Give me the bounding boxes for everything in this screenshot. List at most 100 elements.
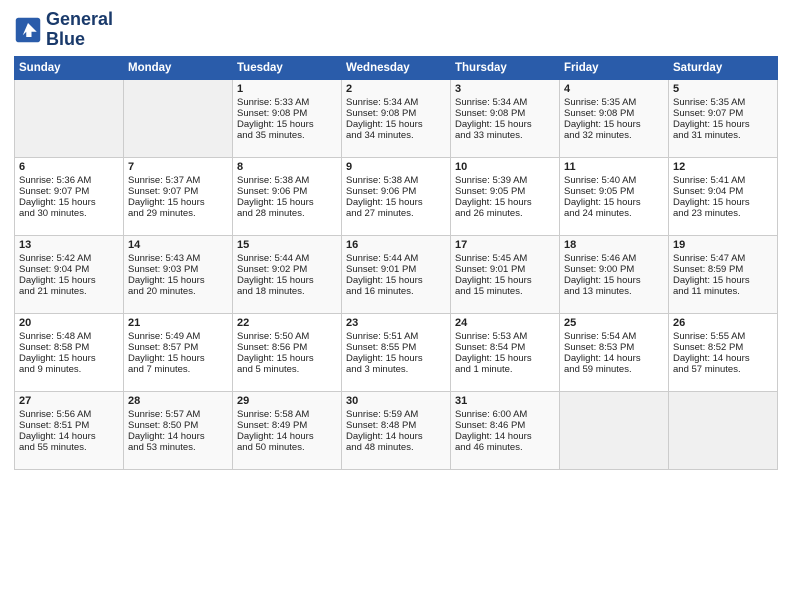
header: General Blue xyxy=(14,10,778,50)
cell-text: Sunset: 9:05 PM xyxy=(564,186,664,197)
calendar-cell xyxy=(669,391,778,469)
cell-text: Daylight: 15 hours xyxy=(346,275,446,286)
day-number: 18 xyxy=(564,239,664,251)
cell-text: Sunrise: 5:51 AM xyxy=(346,331,446,342)
weekday-header: Monday xyxy=(124,56,233,79)
cell-text: Sunset: 8:51 PM xyxy=(19,420,119,431)
logo-text: General Blue xyxy=(46,10,113,50)
day-number: 19 xyxy=(673,239,773,251)
cell-text: Daylight: 15 hours xyxy=(564,275,664,286)
day-number: 25 xyxy=(564,317,664,329)
cell-text: Daylight: 15 hours xyxy=(455,119,555,130)
calendar-cell: 3Sunrise: 5:34 AMSunset: 9:08 PMDaylight… xyxy=(451,79,560,157)
day-number: 21 xyxy=(128,317,228,329)
cell-text: Sunrise: 5:54 AM xyxy=(564,331,664,342)
page-container: General Blue SundayMondayTuesdayWednesda… xyxy=(0,0,792,480)
cell-text: Sunrise: 5:58 AM xyxy=(237,409,337,420)
cell-text: and 33 minutes. xyxy=(455,130,555,141)
weekday-header: Thursday xyxy=(451,56,560,79)
cell-text: and 34 minutes. xyxy=(346,130,446,141)
cell-text: and 28 minutes. xyxy=(237,208,337,219)
cell-text: and 21 minutes. xyxy=(19,286,119,297)
cell-text: Sunrise: 5:59 AM xyxy=(346,409,446,420)
cell-text: Sunrise: 5:44 AM xyxy=(346,253,446,264)
calendar-cell: 11Sunrise: 5:40 AMSunset: 9:05 PMDayligh… xyxy=(560,157,669,235)
calendar-cell: 26Sunrise: 5:55 AMSunset: 8:52 PMDayligh… xyxy=(669,313,778,391)
cell-text: Daylight: 14 hours xyxy=(673,353,773,364)
calendar-week-row: 27Sunrise: 5:56 AMSunset: 8:51 PMDayligh… xyxy=(15,391,778,469)
day-number: 31 xyxy=(455,395,555,407)
day-number: 13 xyxy=(19,239,119,251)
calendar-cell: 15Sunrise: 5:44 AMSunset: 9:02 PMDayligh… xyxy=(233,235,342,313)
cell-text: Sunset: 8:58 PM xyxy=(19,342,119,353)
calendar-cell: 23Sunrise: 5:51 AMSunset: 8:55 PMDayligh… xyxy=(342,313,451,391)
cell-text: Daylight: 15 hours xyxy=(455,275,555,286)
cell-text: Sunrise: 5:34 AM xyxy=(346,97,446,108)
cell-text: Daylight: 15 hours xyxy=(128,197,228,208)
day-number: 1 xyxy=(237,83,337,95)
cell-text: and 50 minutes. xyxy=(237,442,337,453)
day-number: 6 xyxy=(19,161,119,173)
calendar-cell: 16Sunrise: 5:44 AMSunset: 9:01 PMDayligh… xyxy=(342,235,451,313)
cell-text: Sunrise: 5:48 AM xyxy=(19,331,119,342)
calendar-body: 1Sunrise: 5:33 AMSunset: 9:08 PMDaylight… xyxy=(15,79,778,469)
calendar-cell: 12Sunrise: 5:41 AMSunset: 9:04 PMDayligh… xyxy=(669,157,778,235)
cell-text: Sunrise: 5:41 AM xyxy=(673,175,773,186)
cell-text: Sunset: 8:57 PM xyxy=(128,342,228,353)
cell-text: Sunset: 9:08 PM xyxy=(346,108,446,119)
calendar-cell: 29Sunrise: 5:58 AMSunset: 8:49 PMDayligh… xyxy=(233,391,342,469)
calendar-week-row: 20Sunrise: 5:48 AMSunset: 8:58 PMDayligh… xyxy=(15,313,778,391)
cell-text: Sunset: 9:05 PM xyxy=(455,186,555,197)
calendar-cell: 6Sunrise: 5:36 AMSunset: 9:07 PMDaylight… xyxy=(15,157,124,235)
cell-text: Daylight: 14 hours xyxy=(19,431,119,442)
cell-text: and 3 minutes. xyxy=(346,364,446,375)
cell-text: Daylight: 15 hours xyxy=(346,353,446,364)
calendar-cell: 14Sunrise: 5:43 AMSunset: 9:03 PMDayligh… xyxy=(124,235,233,313)
cell-text: and 18 minutes. xyxy=(237,286,337,297)
cell-text: Sunset: 8:52 PM xyxy=(673,342,773,353)
cell-text: Sunset: 9:08 PM xyxy=(564,108,664,119)
calendar-cell: 21Sunrise: 5:49 AMSunset: 8:57 PMDayligh… xyxy=(124,313,233,391)
cell-text: Daylight: 15 hours xyxy=(455,197,555,208)
cell-text: and 59 minutes. xyxy=(564,364,664,375)
weekday-header: Friday xyxy=(560,56,669,79)
cell-text: and 48 minutes. xyxy=(346,442,446,453)
cell-text: Sunrise: 5:37 AM xyxy=(128,175,228,186)
cell-text: Daylight: 15 hours xyxy=(237,275,337,286)
cell-text: and 7 minutes. xyxy=(128,364,228,375)
cell-text: and 35 minutes. xyxy=(237,130,337,141)
cell-text: Sunrise: 5:35 AM xyxy=(673,97,773,108)
cell-text: Sunset: 8:53 PM xyxy=(564,342,664,353)
cell-text: Sunrise: 5:33 AM xyxy=(237,97,337,108)
day-number: 30 xyxy=(346,395,446,407)
calendar-header-row: SundayMondayTuesdayWednesdayThursdayFrid… xyxy=(15,56,778,79)
day-number: 22 xyxy=(237,317,337,329)
day-number: 10 xyxy=(455,161,555,173)
cell-text: Sunrise: 5:47 AM xyxy=(673,253,773,264)
cell-text: and 23 minutes. xyxy=(673,208,773,219)
weekday-header: Sunday xyxy=(15,56,124,79)
day-number: 7 xyxy=(128,161,228,173)
calendar-cell: 4Sunrise: 5:35 AMSunset: 9:08 PMDaylight… xyxy=(560,79,669,157)
cell-text: and 1 minute. xyxy=(455,364,555,375)
cell-text: Sunrise: 5:53 AM xyxy=(455,331,555,342)
cell-text: and 53 minutes. xyxy=(128,442,228,453)
calendar-week-row: 13Sunrise: 5:42 AMSunset: 9:04 PMDayligh… xyxy=(15,235,778,313)
cell-text: Daylight: 15 hours xyxy=(19,353,119,364)
day-number: 27 xyxy=(19,395,119,407)
cell-text: and 27 minutes. xyxy=(346,208,446,219)
cell-text: Sunrise: 5:38 AM xyxy=(237,175,337,186)
cell-text: Sunset: 9:07 PM xyxy=(19,186,119,197)
cell-text: Sunset: 8:50 PM xyxy=(128,420,228,431)
day-number: 14 xyxy=(128,239,228,251)
day-number: 23 xyxy=(346,317,446,329)
cell-text: Daylight: 15 hours xyxy=(19,197,119,208)
logo-icon xyxy=(14,16,42,44)
day-number: 2 xyxy=(346,83,446,95)
cell-text: Daylight: 15 hours xyxy=(564,119,664,130)
cell-text: Daylight: 15 hours xyxy=(346,197,446,208)
cell-text: Daylight: 14 hours xyxy=(237,431,337,442)
calendar-cell: 7 Sunrise: 5:37 AMSunset: 9:07 PMDaylight… xyxy=(124,157,233,235)
cell-text: Sunset: 9:07 PM xyxy=(128,186,228,197)
cell-text: and 9 minutes. xyxy=(19,364,119,375)
